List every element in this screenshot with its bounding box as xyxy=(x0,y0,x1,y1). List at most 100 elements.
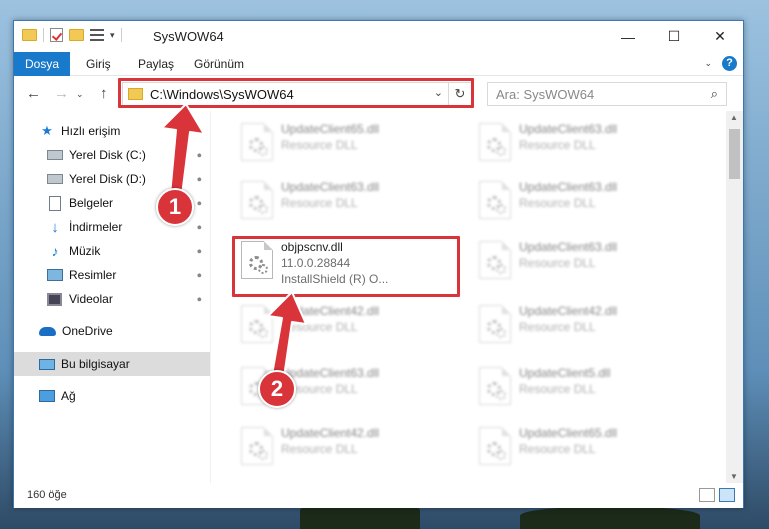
file-description: Resource DLL xyxy=(281,320,358,334)
sidebar-item-label: Resimler xyxy=(69,268,117,282)
file-tile[interactable]: UpdateClient65.dll Resource DLL xyxy=(235,117,455,165)
scroll-thumb[interactable] xyxy=(729,129,740,179)
scroll-down-arrow-icon[interactable]: ▼ xyxy=(730,472,738,481)
download-icon: ↓ xyxy=(51,218,59,236)
file-name: UpdateClient65.dll xyxy=(519,426,618,440)
sidebar-item-label: Belgeler xyxy=(69,196,114,210)
file-description: Resource DLL xyxy=(519,256,596,270)
sidebar-item-local-disk-d[interactable]: Yerel Disk (D:) ● xyxy=(14,167,210,191)
drive-icon xyxy=(47,174,63,184)
star-icon: ★ xyxy=(41,123,53,138)
file-tile[interactable]: UpdateClient63.dll Resource DLL xyxy=(473,117,693,165)
tab-view[interactable]: Görünüm xyxy=(184,52,254,76)
up-button[interactable]: ↑ xyxy=(100,85,108,102)
file-name: UpdateClient63.dll xyxy=(281,180,380,194)
tab-home[interactable]: Giriş xyxy=(76,52,121,76)
file-description: Resource DLL xyxy=(281,138,358,152)
dll-file-icon xyxy=(241,123,273,161)
vertical-scrollbar[interactable]: ▲ ▼ xyxy=(726,111,743,483)
step-1-badge: 1 xyxy=(156,188,194,226)
folder-icon xyxy=(22,29,37,41)
sidebar-item-label: Hızlı erişim xyxy=(61,124,121,138)
status-bar: 160 öğe xyxy=(14,483,743,508)
file-description: Resource DLL xyxy=(281,196,358,210)
dll-file-icon xyxy=(479,427,511,465)
pin-icon: ● xyxy=(193,173,205,185)
dll-file-icon xyxy=(479,367,511,405)
customize-dropdown-icon[interactable]: ▾ xyxy=(110,30,115,41)
minimize-button[interactable]: — xyxy=(605,21,651,52)
file-tile[interactable]: UpdateClient42.dll Resource DLL xyxy=(235,421,455,469)
file-description: Resource DLL xyxy=(519,320,596,334)
file-description: Resource DLL xyxy=(519,442,596,456)
help-icon[interactable]: ? xyxy=(722,56,737,71)
sidebar-item-onedrive[interactable]: OneDrive xyxy=(14,319,210,343)
file-tile[interactable]: UpdateClient5.dll Resource DLL xyxy=(473,361,693,409)
close-button[interactable]: ✕ xyxy=(697,21,743,52)
cloud-icon xyxy=(39,326,56,336)
tiles-view-icon[interactable] xyxy=(719,488,735,502)
forward-button[interactable]: → xyxy=(54,85,69,102)
drive-icon xyxy=(47,150,63,160)
scroll-up-arrow-icon[interactable]: ▲ xyxy=(730,113,738,122)
sidebar-item-this-pc[interactable]: Bu bilgisayar xyxy=(14,352,210,376)
file-highlight xyxy=(232,236,460,297)
file-description: Resource DLL xyxy=(519,382,596,396)
pin-icon: ● xyxy=(193,293,205,305)
sidebar-item-music[interactable]: ♪ Müzik ● xyxy=(14,239,210,263)
dll-file-icon xyxy=(479,305,511,343)
title-bar: ▾ SysWOW64 — ☐ ✕ xyxy=(14,21,743,52)
documents-icon xyxy=(49,195,61,211)
file-name: UpdateClient42.dll xyxy=(281,426,380,440)
computer-icon xyxy=(39,358,55,370)
quick-access-toolbar: ▾ xyxy=(22,28,122,42)
file-name: UpdateClient63.dll xyxy=(281,366,380,380)
file-tile[interactable]: UpdateClient63.dll Resource DLL xyxy=(235,175,455,223)
pin-icon: ● xyxy=(193,197,205,209)
file-name: UpdateClient63.dll xyxy=(519,180,618,194)
properties-check-icon[interactable] xyxy=(50,28,63,42)
step-2-badge: 2 xyxy=(258,370,296,408)
sidebar-item-quick-access[interactable]: ★ Hızlı erişim xyxy=(14,119,210,143)
sidebar-item-label: Videolar xyxy=(69,292,113,306)
maximize-button[interactable]: ☐ xyxy=(651,21,697,52)
tab-share[interactable]: Paylaş xyxy=(128,52,184,76)
search-placeholder[interactable]: Ara: SysWOW64 xyxy=(496,87,594,102)
search-box[interactable]: Ara: SysWOW64 ⌕ xyxy=(487,82,727,106)
dll-file-icon xyxy=(241,427,273,465)
music-icon: ♪ xyxy=(51,243,59,259)
file-tile[interactable]: UpdateClient65.dll Resource DLL xyxy=(473,421,693,469)
pin-icon: ● xyxy=(193,149,205,161)
tab-file[interactable]: Dosya xyxy=(14,52,70,76)
pictures-icon xyxy=(47,269,63,281)
separator xyxy=(120,28,122,42)
expand-ribbon-icon[interactable]: ⌄ xyxy=(704,58,712,69)
dll-file-icon xyxy=(241,305,273,343)
item-count: 160 öğe xyxy=(27,489,67,501)
file-tile[interactable]: UpdateClient63.dll Resource DLL xyxy=(473,235,693,283)
recent-locations-icon[interactable]: ⌄ xyxy=(76,89,84,100)
file-tile[interactable]: UpdateClient42.dll Resource DLL xyxy=(235,299,455,347)
palm-silhouette xyxy=(520,507,700,529)
sidebar-item-videos[interactable]: Videolar ● xyxy=(14,287,210,311)
sidebar-item-label: Müzik xyxy=(69,244,101,258)
pin-icon: ● xyxy=(193,269,205,281)
sidebar-item-label: OneDrive xyxy=(62,324,113,338)
back-button[interactable]: ← xyxy=(26,85,41,102)
ribbon-tabs: Dosya Giriş Paylaş Görünüm ⌄ ? xyxy=(14,52,743,76)
dll-file-icon xyxy=(479,123,511,161)
file-name: UpdateClient65.dll xyxy=(281,122,380,136)
sidebar-item-network[interactable]: Ağ xyxy=(14,384,210,408)
sidebar-item-local-disk-c[interactable]: Yerel Disk (C:) ● xyxy=(14,143,210,167)
file-name: UpdateClient42.dll xyxy=(519,304,618,318)
sidebar-item-pictures[interactable]: Resimler ● xyxy=(14,263,210,287)
details-view-icon[interactable] xyxy=(699,488,715,502)
file-tile[interactable]: UpdateClient63.dll Resource DLL xyxy=(473,175,693,223)
pin-icon: ● xyxy=(193,221,205,233)
new-folder-icon[interactable] xyxy=(69,29,84,41)
list-icon[interactable] xyxy=(90,29,104,41)
file-tile[interactable]: UpdateClient42.dll Resource DLL xyxy=(473,299,693,347)
file-description: Resource DLL xyxy=(519,196,596,210)
file-list: UpdateClient65.dll Resource DLL UpdateCl… xyxy=(211,111,725,483)
window-title: SysWOW64 xyxy=(153,29,224,44)
